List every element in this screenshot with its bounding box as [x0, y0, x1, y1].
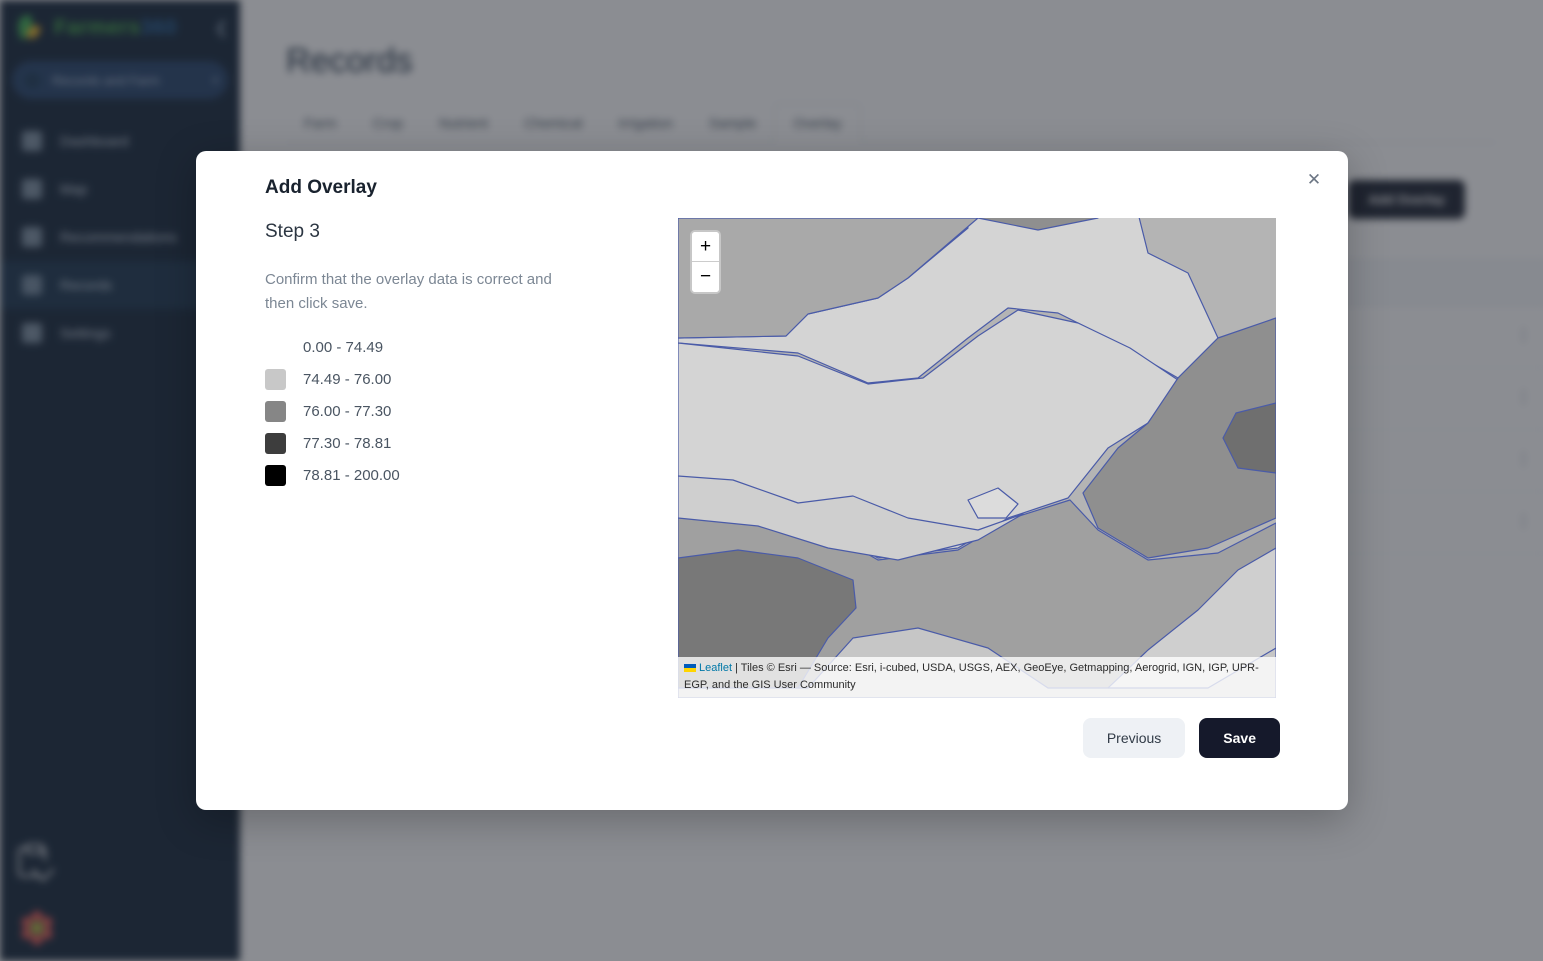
attribution-text: | Tiles © Esri — Source: Esri, i-cubed, … [684, 661, 1259, 691]
legend-label: 74.49 - 76.00 [303, 370, 392, 388]
add-overlay-modal: ✕ Add Overlay Step 3 Confirm that the ov… [196, 151, 1348, 810]
modal-title: Add Overlay [265, 177, 377, 198]
legend-item: 78.81 - 200.00 [265, 459, 400, 491]
step-title: Step 3 [265, 221, 320, 242]
legend-swatch [265, 464, 286, 486]
overlay-legend: 0.00 - 74.49 74.49 - 76.00 76.00 - 77.30… [265, 331, 400, 491]
legend-label: 76.00 - 77.30 [303, 402, 392, 420]
legend-swatch [265, 400, 286, 422]
legend-item: 0.00 - 74.49 [265, 331, 400, 363]
modal-actions: Previous Save [1082, 718, 1280, 758]
map-attribution: Leaflet | Tiles © Esri — Source: Esri, i… [678, 656, 1276, 698]
legend-label: 0.00 - 74.49 [303, 338, 384, 356]
step-description: Confirm that the overlay data is correct… [265, 271, 552, 312]
map-zoom-control: + − [690, 230, 721, 294]
legend-item: 74.49 - 76.00 [265, 363, 400, 395]
legend-swatch [265, 337, 286, 358]
zoom-in-button[interactable]: + [692, 232, 719, 262]
legend-item: 76.00 - 77.30 [265, 395, 400, 427]
legend-label: 77.30 - 78.81 [303, 434, 392, 452]
zoom-out-button[interactable]: − [692, 262, 719, 292]
save-button[interactable]: Save [1199, 718, 1280, 758]
overlay-map[interactable]: + − Leaflet | Tiles © Esri — Source: Esr… [678, 218, 1276, 698]
map-polygons [678, 218, 1276, 698]
legend-item: 77.30 - 78.81 [265, 427, 400, 459]
legend-label: 78.81 - 200.00 [303, 466, 400, 484]
legend-swatch [265, 432, 286, 454]
ukraine-flag-icon [684, 663, 696, 672]
leaflet-link[interactable]: Leaflet [699, 662, 732, 674]
close-icon[interactable]: ✕ [1301, 167, 1327, 193]
legend-swatch [265, 368, 286, 390]
previous-button[interactable]: Previous [1082, 718, 1186, 758]
